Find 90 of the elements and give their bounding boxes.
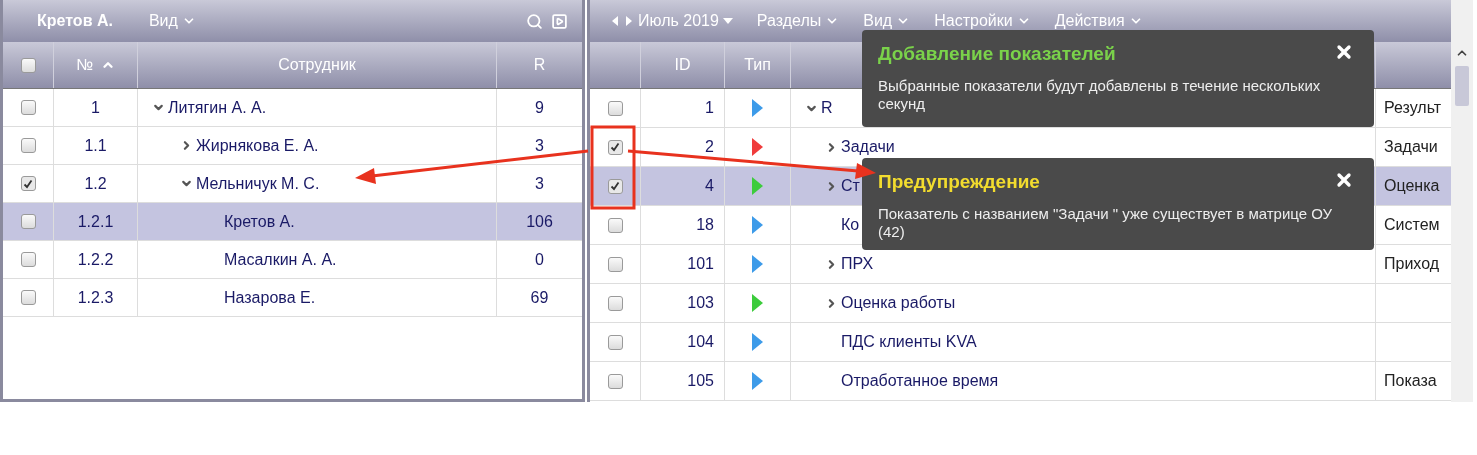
triangle-icon bbox=[752, 138, 763, 156]
close-icon[interactable] bbox=[1334, 42, 1354, 62]
checkbox[interactable] bbox=[607, 100, 623, 116]
row-number: 1.2.2 bbox=[77, 249, 114, 270]
row-id: 101 bbox=[687, 254, 714, 274]
checkbox[interactable] bbox=[607, 139, 623, 155]
table-row[interactable]: 1.2.3 Назарова Е. 69 bbox=[3, 279, 582, 317]
indicator-name: Ст bbox=[841, 176, 860, 196]
table-row[interactable]: 101 ПРХ Приход bbox=[590, 245, 1451, 284]
category-text: Приход bbox=[1384, 254, 1440, 274]
category-text: Задачи bbox=[1384, 137, 1438, 157]
row-id: 104 bbox=[687, 332, 714, 352]
checkbox[interactable] bbox=[20, 290, 36, 305]
checkmark-icon bbox=[23, 178, 33, 189]
r-value: 106 bbox=[526, 211, 553, 232]
toast-title: Добавление показателей bbox=[878, 42, 1116, 66]
table-row[interactable]: 1.2.1 Кретов А. 106 bbox=[3, 203, 582, 241]
checkmark-icon bbox=[610, 181, 620, 191]
table-row[interactable]: 105 Отработанное время Показа bbox=[590, 362, 1451, 401]
r-value: 0 bbox=[535, 249, 544, 270]
indicator-name: R bbox=[821, 98, 833, 118]
checkbox[interactable] bbox=[607, 334, 623, 350]
prev-arrow-icon[interactable] bbox=[612, 16, 618, 26]
row-id: 18 bbox=[696, 215, 714, 235]
employee-name: Кретов А. bbox=[224, 211, 295, 232]
row-id: 4 bbox=[705, 176, 714, 196]
checkbox[interactable] bbox=[20, 252, 36, 267]
r-value: 3 bbox=[535, 135, 544, 156]
checkbox[interactable] bbox=[607, 256, 623, 272]
row-number: 1.2 bbox=[84, 173, 107, 194]
checkbox[interactable] bbox=[20, 214, 36, 229]
row-number: 1.1 bbox=[84, 135, 107, 156]
scrollbar-thumb[interactable] bbox=[1455, 66, 1469, 106]
employee-name: Назарова Е. bbox=[224, 287, 316, 308]
triangle-icon bbox=[752, 99, 763, 117]
r-value: 69 bbox=[530, 287, 549, 308]
checkbox[interactable] bbox=[607, 217, 623, 233]
row-number: 1.2.1 bbox=[77, 211, 114, 232]
checkbox[interactable] bbox=[20, 138, 36, 153]
employee-name: Мельничук М. С. bbox=[196, 173, 320, 194]
indicator-name: Задачи bbox=[841, 137, 895, 157]
row-number: 1.2.3 bbox=[77, 287, 114, 308]
r-value: 3 bbox=[535, 173, 544, 194]
triangle-icon bbox=[752, 216, 763, 234]
checkbox[interactable] bbox=[20, 100, 36, 115]
table-row[interactable]: 1.2.2 Масалкин А. А. 0 bbox=[3, 241, 582, 279]
employee-name: Литягин А. А. bbox=[168, 97, 267, 118]
caret-icon bbox=[722, 18, 733, 24]
checkbox[interactable] bbox=[607, 295, 623, 311]
checkmark-icon bbox=[610, 142, 620, 152]
triangle-icon bbox=[752, 372, 763, 390]
toast-message: Выбранные показатели будут добавлены в течение нескольких секунд bbox=[878, 76, 1322, 113]
indicator-name: Оценка работы bbox=[841, 293, 956, 313]
r-value: 9 bbox=[535, 97, 544, 118]
indicator-name: ПРХ bbox=[841, 254, 874, 274]
toast-title: Предупреждение bbox=[878, 170, 1040, 194]
indicator-name: ПДС клиенты KVA bbox=[841, 332, 977, 352]
close-icon[interactable] bbox=[1334, 170, 1354, 190]
row-id: 2 bbox=[705, 137, 714, 157]
category-text: Показа bbox=[1384, 371, 1437, 391]
table-row[interactable]: 1 Литягин А. А. 9 bbox=[3, 89, 582, 127]
indicator-name: Отработанное время bbox=[841, 371, 999, 391]
triangle-icon bbox=[752, 294, 763, 312]
category-text: Оценка bbox=[1384, 176, 1440, 196]
employee-name: Жирнякова Е. А. bbox=[196, 135, 319, 156]
table-row[interactable]: 104 ПДС клиенты KVA bbox=[590, 323, 1451, 362]
row-id: 1 bbox=[705, 98, 714, 118]
scrollbar[interactable] bbox=[1451, 0, 1473, 402]
triangle-icon bbox=[752, 333, 763, 351]
row-id: 105 bbox=[687, 371, 714, 391]
checkbox[interactable] bbox=[607, 373, 623, 389]
table-row[interactable]: 1.1 Жирнякова Е. А. 3 bbox=[3, 127, 582, 165]
table-row[interactable]: 103 Оценка работы bbox=[590, 284, 1451, 323]
checkbox[interactable] bbox=[20, 176, 36, 191]
toast-message: Показатель с названием "Задачи " уже существует в матрице ОУ (42) bbox=[878, 204, 1334, 241]
table-row[interactable]: 1.2 Мельничук М. С. 3 bbox=[3, 165, 582, 203]
row-number: 1 bbox=[91, 97, 100, 118]
search-icon[interactable] bbox=[526, 12, 543, 30]
row-id: 103 bbox=[687, 293, 714, 313]
play-icon[interactable] bbox=[551, 12, 568, 30]
next-arrow-icon[interactable] bbox=[626, 16, 632, 26]
indicator-name: Ко bbox=[841, 215, 860, 235]
triangle-icon bbox=[752, 255, 763, 273]
checkbox[interactable] bbox=[607, 178, 623, 194]
employee-name: Масалкин А. А. bbox=[224, 249, 337, 270]
category-text: Систем bbox=[1384, 215, 1440, 235]
category-text: Результ bbox=[1384, 98, 1442, 118]
panel-title: Кретов А. bbox=[37, 11, 113, 31]
triangle-icon bbox=[752, 177, 763, 195]
checkbox[interactable] bbox=[20, 57, 36, 73]
